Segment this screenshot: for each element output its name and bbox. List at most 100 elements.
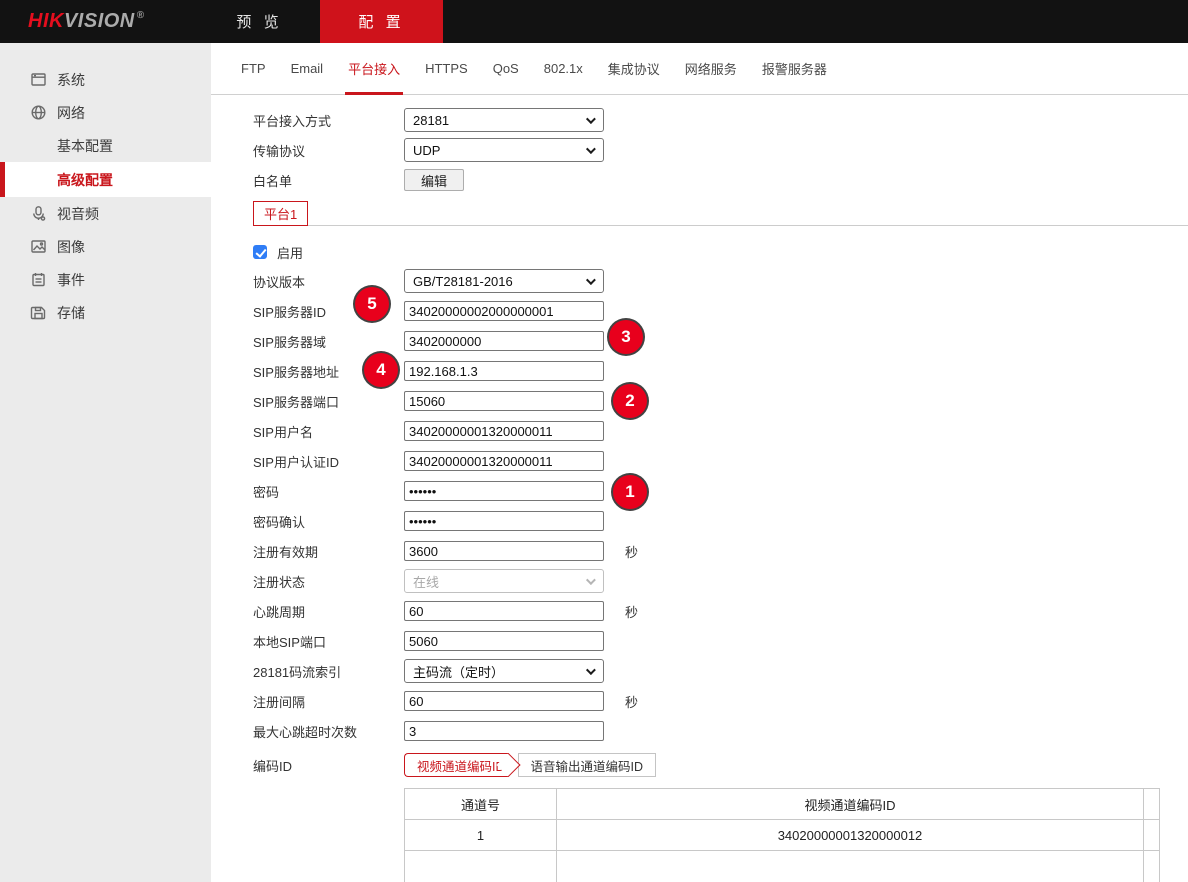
tab-qos[interactable]: QoS <box>493 43 519 95</box>
form-row-access-mode: 平台接入方式 28181 <box>253 105 1188 135</box>
picture-icon <box>30 238 47 255</box>
heartbeat-interval-input[interactable] <box>404 601 604 621</box>
tab-8021x[interactable]: 802.1x <box>544 43 583 95</box>
sip-server-domain-label: SIP服务器域 <box>253 332 404 351</box>
form-row-sip-server-id: SIP服务器ID <box>253 296 1188 326</box>
platform-tab-row: 平台1 <box>253 200 1188 226</box>
whitelist-edit-button[interactable]: 编辑 <box>404 169 464 191</box>
channel-number-cell <box>405 851 557 882</box>
form-row-sip-auth-id: SIP用户认证ID <box>253 446 1188 476</box>
nav-configuration[interactable]: 配 置 <box>320 0 443 43</box>
tab-audio-output-channel-encoding-id[interactable]: 语音输出通道编码ID <box>518 753 657 777</box>
settings-tabstrip: FTP Email 平台接入 HTTPS QoS 802.1x 集成协议 网络服… <box>211 43 1188 95</box>
register-interval-label: 注册间隔 <box>253 692 404 711</box>
scrollbar-column <box>1144 789 1160 820</box>
password-confirm-input[interactable] <box>404 511 604 531</box>
sidebar-item-label: 存储 <box>57 303 85 323</box>
video-channel-encoding-id-header: 视频通道编码ID <box>557 789 1144 820</box>
annotation-badge-3: 3 <box>609 320 643 354</box>
seconds-unit: 秒 <box>625 542 638 561</box>
chevron-down-icon <box>586 575 596 585</box>
sip-username-input[interactable] <box>404 421 604 441</box>
sidebar-item-basic-config[interactable]: 基本配置 <box>0 129 211 162</box>
sidebar-item-event[interactable]: 事件 <box>0 263 211 296</box>
tab-video-channel-encoding-id[interactable]: 视频通道编码ID <box>404 753 509 777</box>
protocol-version-select[interactable]: GB/T28181-2016 <box>404 269 604 293</box>
chevron-down-icon <box>586 665 596 675</box>
tab-platform-access[interactable]: 平台接入 <box>348 43 400 95</box>
tab-ftp[interactable]: FTP <box>241 43 266 95</box>
register-validity-input[interactable] <box>404 541 604 561</box>
register-status-value: 在线 <box>413 572 439 591</box>
form-row-stream-index: 28181码流索引 主码流（定时） <box>253 656 1188 686</box>
tab-network-service[interactable]: 网络服务 <box>685 43 737 95</box>
page: HIKVISION® 预 览 配 置 系统 网络 基本配置 高级配置 <box>0 0 1188 882</box>
sidebar-item-storage[interactable]: 存储 <box>0 296 211 329</box>
form-row-password: 密码 <box>253 476 1188 506</box>
microphone-icon <box>30 205 47 222</box>
register-status-label: 注册状态 <box>253 572 404 591</box>
sidebar-item-network[interactable]: 网络 <box>0 96 211 129</box>
form-row-whitelist: 白名单 编辑 <box>253 165 1188 195</box>
scrollbar-column <box>1144 851 1160 882</box>
access-mode-select[interactable]: 28181 <box>404 108 604 132</box>
transport-protocol-label: 传输协议 <box>253 141 404 160</box>
sidebar-item-image[interactable]: 图像 <box>0 230 211 263</box>
tab-email[interactable]: Email <box>291 43 324 95</box>
seconds-unit: 秒 <box>625 602 638 621</box>
channel-number-header: 通道号 <box>405 789 557 820</box>
tab-https[interactable]: HTTPS <box>425 43 468 95</box>
floppy-disk-icon <box>30 304 47 321</box>
logo-registered-mark: ® <box>137 10 145 21</box>
tab-alarm-server[interactable]: 报警服务器 <box>762 43 827 95</box>
password-label: 密码 <box>253 482 404 501</box>
globe-icon <box>30 104 47 121</box>
sidebar-item-label: 视音频 <box>57 204 99 224</box>
video-channel-encoding-id-cell: 34020000001320000012 <box>557 820 1144 851</box>
transport-protocol-select[interactable]: UDP <box>404 138 604 162</box>
seconds-unit: 秒 <box>625 692 638 711</box>
channel-number-cell: 1 <box>405 820 557 851</box>
enable-label: 启用 <box>277 243 303 262</box>
sidebar-item-label: 网络 <box>57 103 85 123</box>
sidebar-item-label: 事件 <box>57 270 85 290</box>
annotation-badge-4: 4 <box>364 353 398 387</box>
heartbeat-interval-label: 心跳周期 <box>253 602 404 621</box>
platform1-tab[interactable]: 平台1 <box>253 201 308 226</box>
sidebar-item-audio-video[interactable]: 视音频 <box>0 197 211 230</box>
sip-server-address-input[interactable] <box>404 361 604 381</box>
access-mode-value: 28181 <box>413 113 449 128</box>
top-nav: 预 览 配 置 <box>199 0 443 43</box>
enable-checkbox[interactable] <box>253 245 267 259</box>
local-sip-port-input[interactable] <box>404 631 604 651</box>
form-row-heartbeat-interval: 心跳周期 秒 <box>253 596 1188 626</box>
form-row-password-confirm: 密码确认 <box>253 506 1188 536</box>
stream-index-select[interactable]: 主码流（定时） <box>404 659 604 683</box>
sip-auth-id-input[interactable] <box>404 451 604 471</box>
sip-server-id-input[interactable] <box>404 301 604 321</box>
max-heartbeat-timeout-input[interactable] <box>404 721 604 741</box>
table-row: 1 34020000001320000012 <box>405 820 1160 851</box>
sip-server-port-label: SIP服务器端口 <box>253 392 404 411</box>
window-icon <box>30 71 47 88</box>
logo-vision: VISION <box>64 10 135 33</box>
sidebar-item-label: 基本配置 <box>57 136 113 156</box>
chevron-down-icon <box>586 275 596 285</box>
local-sip-port-label: 本地SIP端口 <box>253 632 404 651</box>
sidebar-item-system[interactable]: 系统 <box>0 63 211 96</box>
chevron-down-icon <box>586 114 596 124</box>
protocol-version-label: 协议版本 <box>253 272 404 291</box>
sip-server-domain-input[interactable] <box>404 331 604 351</box>
chevron-down-icon <box>586 144 596 154</box>
sidebar: 系统 网络 基本配置 高级配置 视音频 图像 <box>0 43 211 882</box>
sidebar-item-advanced-config[interactable]: 高级配置 <box>0 162 211 197</box>
max-heartbeat-timeout-label: 最大心跳超时次数 <box>253 722 404 741</box>
register-interval-input[interactable] <box>404 691 604 711</box>
sip-server-port-input[interactable] <box>404 391 604 411</box>
nav-preview[interactable]: 预 览 <box>199 0 320 43</box>
protocol-version-value: GB/T28181-2016 <box>413 274 513 289</box>
password-input[interactable] <box>404 481 604 501</box>
transport-protocol-value: UDP <box>413 143 440 158</box>
tab-integration-protocol[interactable]: 集成协议 <box>608 43 660 95</box>
sidebar-item-label: 系统 <box>57 70 85 90</box>
